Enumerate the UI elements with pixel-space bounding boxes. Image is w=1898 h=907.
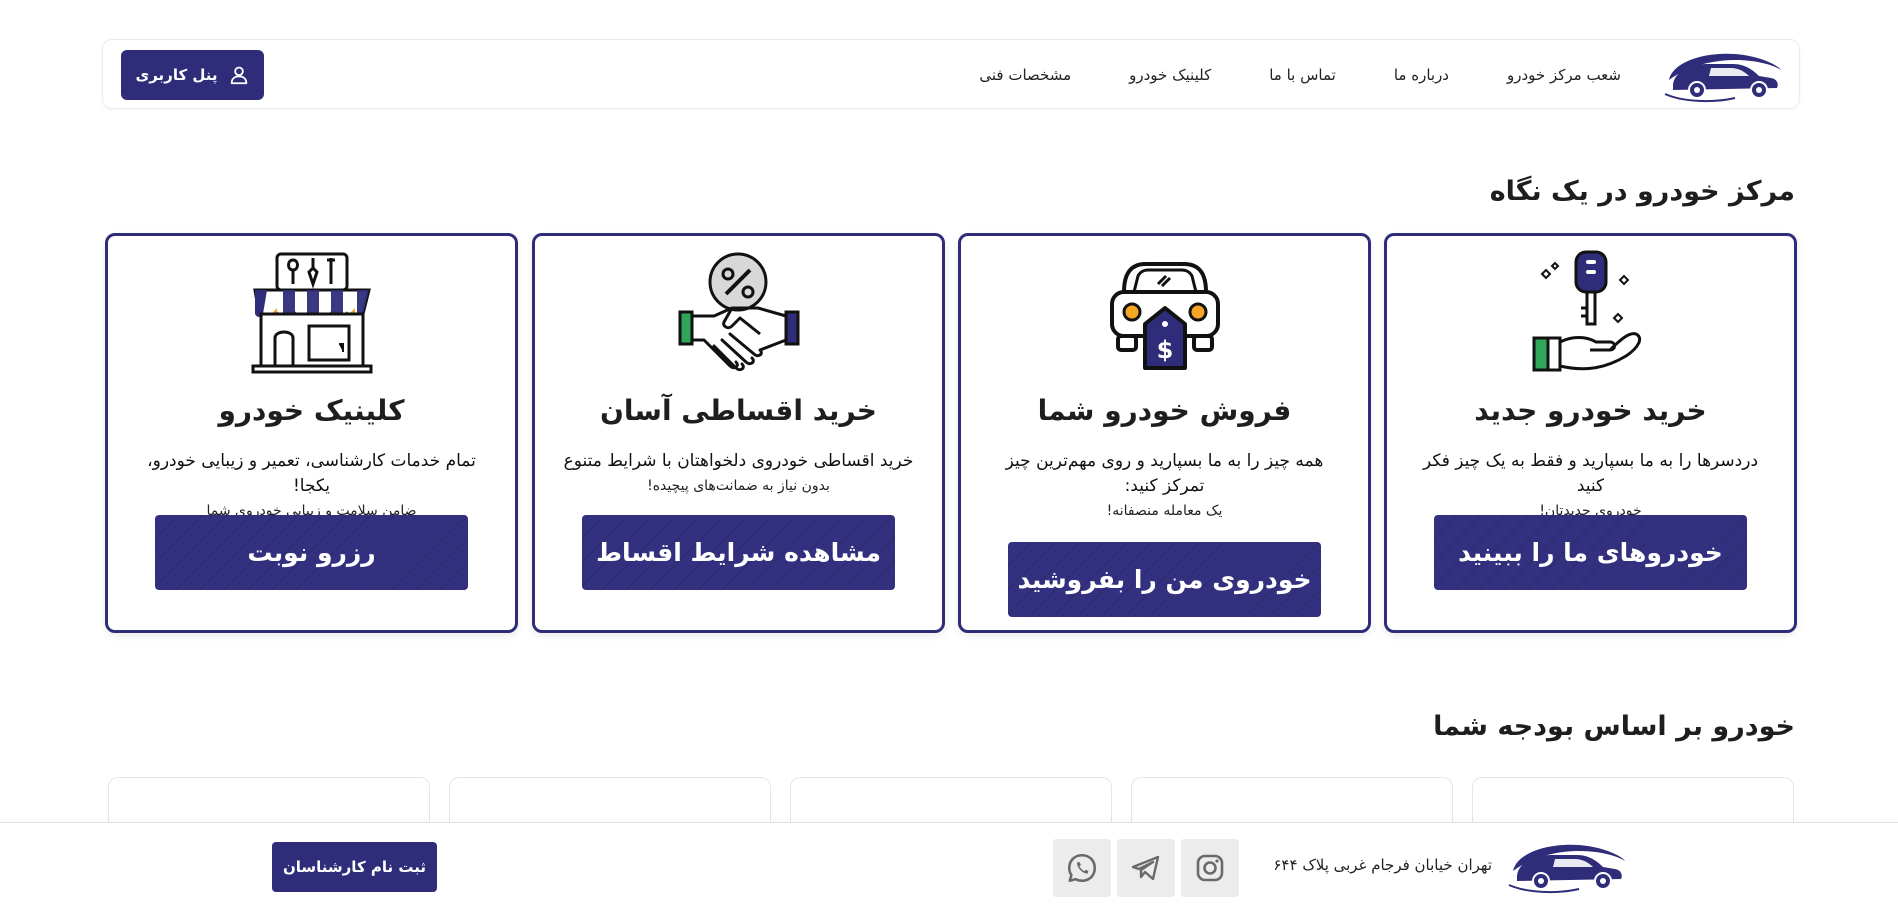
view-installments-button[interactable]: مشاهده شرایط اقساط [582, 515, 895, 590]
card-car-clinic: کلینیک خودرو تمام خدمات کارشناسی، تعمیر … [105, 233, 518, 633]
budget-title: خودرو بر اساس بودجه شما [1433, 711, 1795, 742]
expert-register-button[interactable]: ثبت نام کارشناسان [272, 842, 437, 892]
nav-item-car-clinic[interactable]: کلینیک خودرو [1129, 66, 1211, 84]
svg-text:$: $ [1156, 336, 1173, 364]
user-panel-label: پنل کاربری [135, 66, 218, 84]
user-panel-button[interactable]: پنل کاربری [121, 50, 264, 100]
telegram-button[interactable] [1117, 839, 1175, 897]
book-appointment-button[interactable]: رزرو نوبت [155, 515, 468, 590]
sell-my-car-button[interactable]: خودروی من را بفروشید [1008, 542, 1321, 617]
car-logo-icon [1664, 53, 1781, 103]
card-buy-new-car: خرید خودرو جدید دردسرها را به ما بسپارید… [1384, 233, 1797, 633]
main-nav: شعب مرکز خودرو درباره ما تماس با ما کلین… [979, 40, 1621, 110]
nav-item-specs[interactable]: مشخصات فنی [979, 66, 1071, 84]
site-logo[interactable] [1663, 46, 1785, 104]
nav-item-about[interactable]: درباره ما [1394, 66, 1449, 84]
instagram-button[interactable] [1181, 839, 1239, 897]
telegram-icon [1131, 855, 1160, 881]
nav-item-contact[interactable]: تماس با ما [1269, 66, 1336, 84]
card-title: فروش خودرو شما [1037, 394, 1292, 427]
card-title: خرید خودرو جدید [1474, 394, 1707, 427]
whatsapp-icon [1067, 853, 1097, 883]
nav-item-branches[interactable]: شعب مرکز خودرو [1507, 66, 1621, 84]
site-header: شعب مرکز خودرو درباره ما تماس با ما کلین… [102, 39, 1800, 109]
card-desc-text: همه چیز را به ما بسپارید و روی مهم‌ترین … [1005, 451, 1324, 496]
handshake-percent-icon [674, 250, 804, 376]
card-desc-text: خرید اقساطی خودروی دلخواهتان با شرایط مت… [563, 451, 914, 471]
card-desc-text: دردسرها را به ما بسپارید و فقط به یک چیز… [1422, 451, 1759, 496]
site-footer: تهران خیابان فرجام غربی پلاک ۶۴۴ ثبت نام… [0, 822, 1898, 907]
card-installments: خرید اقساطی آسان خرید اقساطی خودروی دلخو… [532, 233, 945, 633]
card-description: دردسرها را به ما بسپارید و فقط به یک چیز… [1409, 449, 1772, 523]
repair-shop-icon [247, 250, 377, 376]
footer-logo[interactable] [1506, 837, 1630, 895]
card-description: تمام خدمات کارشناسی، تعمیر و زیبایی خودر… [130, 449, 493, 523]
view-cars-button[interactable]: خودروهای ما را ببینید [1434, 515, 1747, 590]
card-description: خرید اقساطی خودروی دلخواهتان با شرایط مت… [557, 449, 920, 498]
overview-title: مرکز خودرو در یک نگاه [1489, 176, 1795, 207]
whatsapp-button[interactable] [1053, 839, 1111, 897]
user-icon [230, 66, 247, 85]
card-title: خرید اقساطی آسان [600, 394, 877, 427]
card-desc-text: تمام خدمات کارشناسی، تعمیر و زیبایی خودر… [147, 451, 476, 496]
card-description: همه چیز را به ما بسپارید و روی مهم‌ترین … [983, 449, 1346, 523]
car-key-hand-icon [1526, 250, 1656, 376]
footer-address: تهران خیابان فرجام غربی پلاک ۶۴۴ [1273, 856, 1492, 874]
instagram-icon [1196, 854, 1224, 882]
card-desc-sub: بدون نیاز به ضمانت‌های پیچیده! [647, 478, 830, 494]
car-logo-icon [1508, 844, 1625, 894]
car-price-tag-icon: $ [1100, 250, 1230, 376]
card-desc-sub: یک معامله منصفانه! [1106, 503, 1223, 519]
card-sell-car: $ فروش خودرو شما همه چیز را به ما بسپاری… [958, 233, 1371, 633]
card-title: کلینیک خودرو [218, 394, 405, 427]
overview-cards: خرید خودرو جدید دردسرها را به ما بسپارید… [105, 233, 1797, 633]
